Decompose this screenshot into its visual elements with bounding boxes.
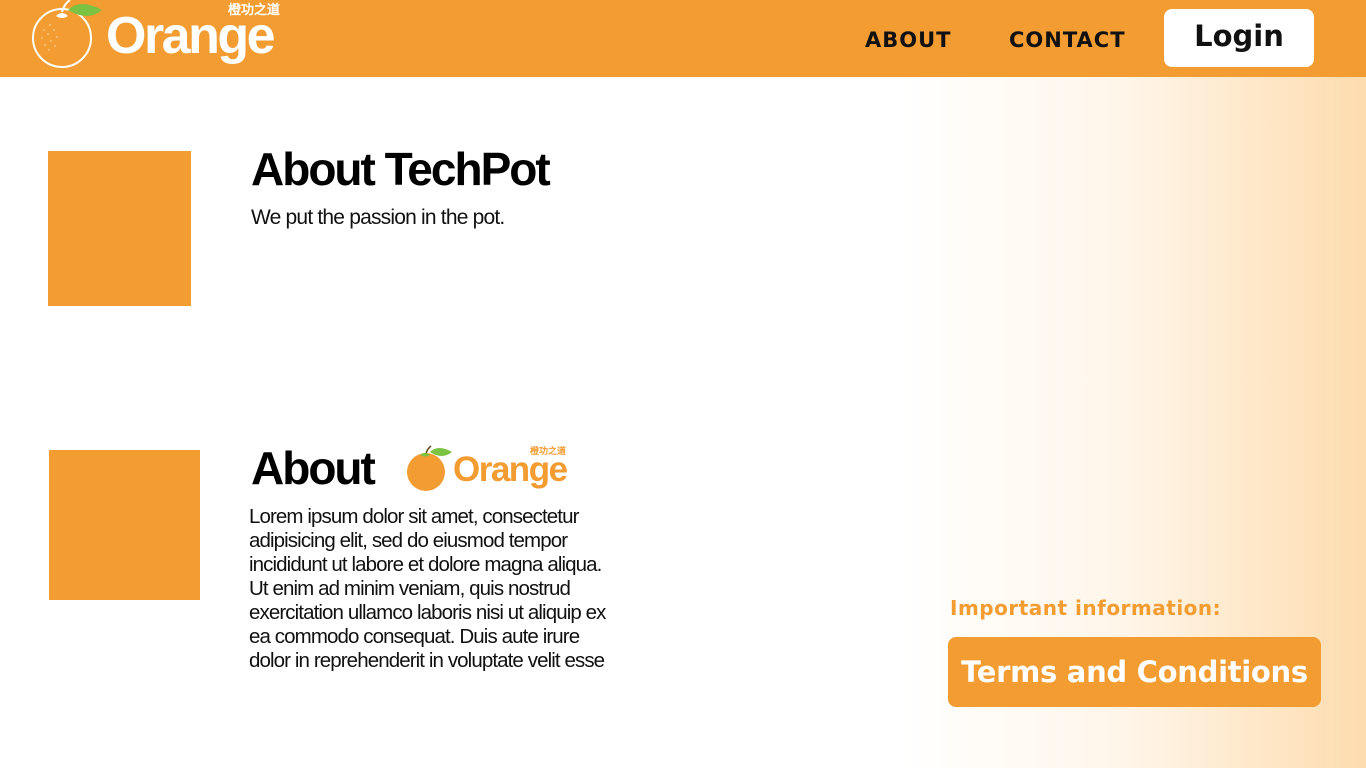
orange-logo[interactable]: Orange 橙功之道 xyxy=(30,0,300,77)
orange-section-title: About xyxy=(251,442,376,494)
nav-about-link[interactable]: ABOUT xyxy=(865,25,952,55)
inline-logo-chinese-tagline: 橙功之道 xyxy=(530,447,567,457)
top-nav-bar: Orange 橙功之道 ABOUT CONTACT Login xyxy=(0,0,1366,77)
login-button[interactable]: Login xyxy=(1164,9,1314,67)
techpot-section-title: About TechPot xyxy=(251,143,551,195)
orange-image-placeholder xyxy=(49,450,200,600)
orange-section-body: Lorem ipsum dolor sit amet, consectetur … xyxy=(249,505,606,672)
techpot-tagline: We put the passion in the pot. xyxy=(251,206,505,229)
important-info-heading: Important information: xyxy=(950,596,1222,620)
terms-and-conditions-button[interactable]: Terms and Conditions xyxy=(948,637,1321,707)
logo-chinese-tagline: 橙功之道 xyxy=(228,3,281,18)
techpot-image-placeholder xyxy=(48,151,191,306)
orange-inline-logo: Orange 橙功之道 xyxy=(404,444,579,494)
terms-button-label: Terms and Conditions xyxy=(961,655,1308,689)
orange-fruit-icon xyxy=(32,0,102,68)
orange-fruit-small-icon xyxy=(407,445,452,491)
nav-contact-link[interactable]: CONTACT xyxy=(1009,25,1126,55)
login-button-label: Login xyxy=(1194,19,1284,53)
